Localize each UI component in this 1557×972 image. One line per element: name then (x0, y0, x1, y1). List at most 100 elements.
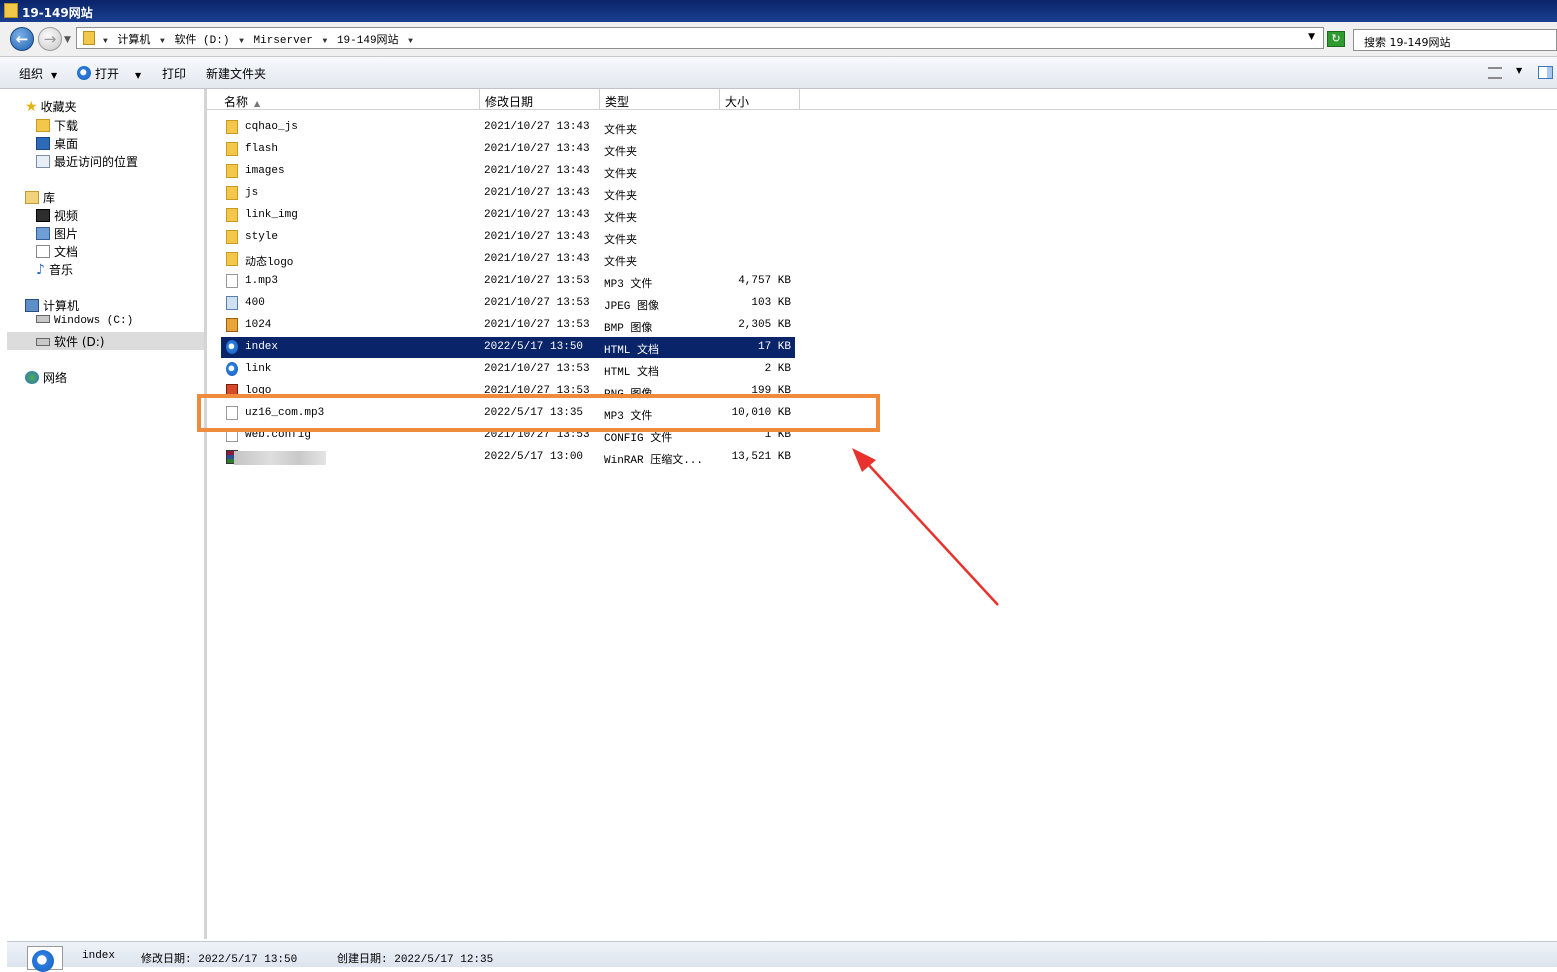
file-row[interactable]: link_img 2021/10/27 13:43 文件夹 (221, 205, 795, 226)
file-date: 2021/10/27 13:43 (484, 231, 590, 243)
chevron-down-icon: ▼ (51, 71, 58, 80)
nav-network[interactable]: 网络 (25, 369, 67, 386)
column-header-name[interactable]: 名称 ▲ (207, 89, 480, 110)
chevron-down-icon[interactable]: ▼ (135, 71, 141, 80)
recent-pages-chevron-icon[interactable]: ▼ (64, 35, 71, 45)
network-icon (25, 371, 39, 384)
nav-desktop[interactable]: 桌面 (36, 135, 78, 152)
file-name: flash (245, 143, 279, 155)
file-type: 文件夹 (604, 213, 637, 225)
folder-icon (83, 31, 95, 45)
navigation-pane: ★ 收藏夹 下载 桌面 最近访问的位置 库 视频 图片 文档 ♪ 音乐 计算机 Wi… (7, 89, 207, 939)
nav-label: Windows (C:) (54, 315, 134, 327)
column-header-size[interactable]: 大小 (719, 89, 800, 110)
file-row[interactable]: flash 2021/10/27 13:43 文件夹 (221, 139, 795, 160)
file-type: 文件夹 (604, 191, 637, 203)
file-type: JPEG 图像 (604, 301, 660, 313)
library-icon (25, 191, 39, 204)
nav-drive-d[interactable]: 软件 (D:) (7, 332, 204, 350)
chevron-right-icon[interactable]: ▼ (408, 37, 413, 46)
picture-icon (36, 227, 50, 240)
breadcrumb-mirserver[interactable]: Mirserver (254, 35, 313, 47)
file-row[interactable]: link 2021/10/27 13:53 HTML 文档 2 KB (221, 359, 795, 380)
nav-libraries[interactable]: 库 (25, 189, 55, 206)
nav-label: 网络 (43, 371, 68, 385)
nav-videos[interactable]: 视频 (36, 207, 78, 224)
file-date: 2021/10/27 13:43 (484, 209, 590, 221)
windows-drive-icon (36, 315, 50, 323)
search-input[interactable]: 搜索 19-149网站 (1353, 29, 1557, 51)
file-row[interactable]: index 2022/5/17 13:50 HTML 文档 17 KB (221, 337, 795, 358)
file-size: 2 KB (764, 363, 791, 375)
sort-ascending-icon: ▲ (254, 99, 261, 108)
nav-label: 桌面 (54, 137, 79, 151)
chevron-right-icon[interactable]: ▼ (239, 37, 244, 46)
nav-favorites[interactable]: ★ 收藏夹 (25, 98, 77, 115)
open-button[interactable]: 打开 ▼ (77, 65, 141, 82)
organize-button[interactable]: 组织 ▼ (19, 65, 57, 82)
file-name: style (245, 231, 279, 243)
drive-icon (36, 338, 50, 346)
file-row[interactable]: cqhao_js 2021/10/27 13:43 文件夹 (221, 117, 795, 138)
ie-icon (32, 950, 54, 972)
breadcrumb-drive-d[interactable]: 软件 (D:) (174, 35, 229, 47)
nav-computer[interactable]: 计算机 (25, 297, 79, 314)
file-date: 2021/10/27 13:43 (484, 143, 590, 155)
nav-drive-c[interactable]: Windows (C:) (36, 315, 133, 327)
file-size: 13,521 KB (731, 451, 791, 463)
document-icon (36, 245, 50, 258)
print-button[interactable]: 打印 (162, 65, 186, 82)
music-note-icon: ♪ (36, 262, 45, 278)
file-name: images (245, 165, 285, 177)
refresh-button[interactable]: ↻ (1327, 31, 1345, 47)
file-row[interactable]: js 2021/10/27 13:43 文件夹 (221, 183, 795, 204)
folder-icon (226, 252, 238, 266)
column-label: 名称 (224, 95, 249, 109)
ie-icon (226, 340, 238, 354)
ie-icon (226, 362, 238, 376)
new-folder-button[interactable]: 新建文件夹 (206, 65, 266, 82)
file-date: 2022/5/17 13:50 (484, 341, 584, 353)
back-button[interactable]: ← (10, 27, 34, 51)
nav-recent[interactable]: 最近访问的位置 (36, 153, 138, 170)
file-row[interactable]: 1024 2021/10/27 13:53 BMP 图像 2,305 KB (221, 315, 795, 336)
chevron-right-icon[interactable]: ▼ (160, 37, 165, 46)
highlight-box (197, 394, 880, 432)
title-bar: 19-149网站 (0, 0, 1557, 22)
video-icon (36, 209, 50, 222)
chevron-right-icon[interactable]: ▼ (103, 37, 108, 46)
nav-music[interactable]: ♪ 音乐 (36, 261, 73, 278)
nav-pictures[interactable]: 图片 (36, 225, 78, 242)
file-date: 2022/5/17 13:00 (484, 451, 584, 463)
file-row[interactable]: 动态logo 2021/10/27 13:43 文件夹 (221, 249, 795, 270)
file-type: BMP 图像 (604, 323, 653, 335)
preview-pane-icon[interactable] (1538, 66, 1553, 79)
file-date: 2021/10/27 13:43 (484, 165, 590, 177)
file-type: WinRAR 压缩文... (604, 455, 704, 467)
file-row[interactable]: 400 2021/10/27 13:53 JPEG 图像 103 KB (221, 293, 795, 314)
nav-documents[interactable]: 文档 (36, 243, 78, 260)
file-name: 400 (245, 297, 265, 309)
address-history-chevron-icon[interactable]: ▼ (1308, 32, 1315, 42)
file-row[interactable]: style 2021/10/27 13:43 文件夹 (221, 227, 795, 248)
file-name: index (245, 341, 279, 353)
file-row[interactable]: images 2021/10/27 13:43 文件夹 (221, 161, 795, 182)
file-type: HTML 文档 (604, 367, 660, 379)
chevron-right-icon[interactable]: ▼ (323, 37, 328, 46)
chevron-down-icon[interactable]: ▼ (1516, 66, 1522, 75)
column-header-date[interactable]: 修改日期 (479, 89, 600, 110)
file-size: 103 KB (751, 297, 791, 309)
breadcrumb-current[interactable]: 19-149网站 (337, 35, 399, 47)
nav-label: 视频 (54, 209, 79, 223)
status-created-value: 2022/5/17 12:35 (394, 954, 494, 966)
file-row[interactable]: 1.mp3 2021/10/27 13:53 MP3 文件 4,757 KB (221, 271, 795, 292)
forward-button[interactable]: → (38, 27, 62, 51)
nav-downloads[interactable]: 下载 (36, 117, 78, 134)
address-box[interactable]: ▼ 计算机 ▼ 软件 (D:) ▼ Mirserver ▼ 19-149网站 ▼… (76, 27, 1324, 49)
column-header-type[interactable]: 类型 (599, 89, 720, 110)
nav-label: 计算机 (43, 299, 80, 313)
downloads-folder-icon (36, 119, 50, 132)
breadcrumb-computer[interactable]: 计算机 (117, 35, 150, 47)
view-options-icon[interactable] (1488, 67, 1502, 79)
file-name: cqhao_js (245, 121, 298, 133)
